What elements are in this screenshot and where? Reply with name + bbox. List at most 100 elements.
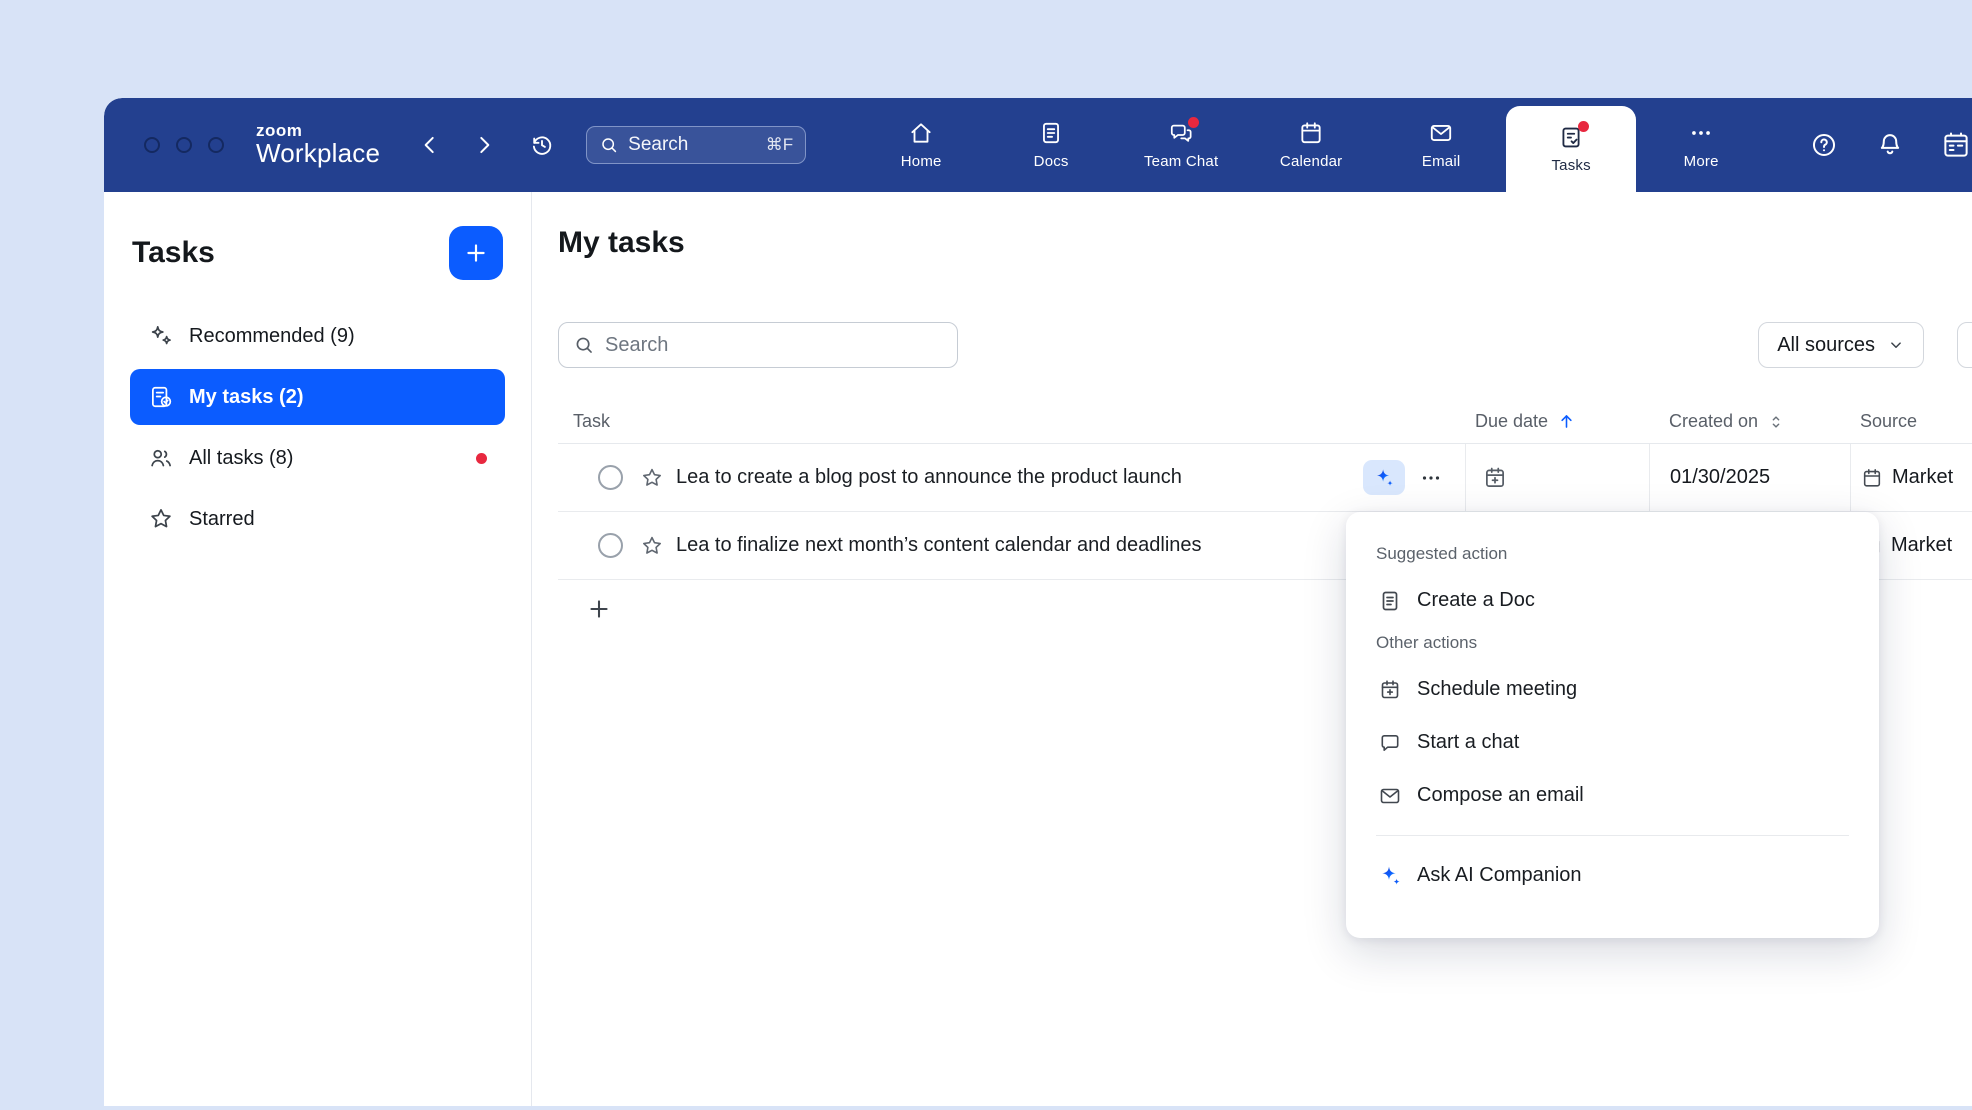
desktop-background: zoom Workplace Search ⌘F Home xyxy=(0,0,1972,1110)
nav-tasks-label: Tasks xyxy=(1551,157,1590,174)
page-title: My tasks xyxy=(558,226,1972,260)
chevron-down-icon xyxy=(1887,336,1905,354)
history-icon xyxy=(529,132,555,158)
search-shortcut: ⌘F xyxy=(766,135,793,155)
sidebar-item-label: My tasks (2) xyxy=(189,386,304,409)
notifications-button[interactable] xyxy=(1870,125,1910,165)
menu-item-compose-email[interactable]: Compose an email xyxy=(1374,769,1851,822)
column-header-created-on[interactable]: Created on xyxy=(1649,411,1850,432)
menu-item-create-doc[interactable]: Create a Doc xyxy=(1374,574,1851,627)
forward-button[interactable] xyxy=(464,125,504,165)
menu-item-label: Ask AI Companion xyxy=(1417,864,1582,887)
sidebar-item-label: Recommended (9) xyxy=(189,325,355,348)
calendar-panel-button[interactable] xyxy=(1936,125,1972,165)
envelope-icon xyxy=(1378,784,1402,808)
column-header-task[interactable]: Task xyxy=(558,411,1465,432)
topbar-right-actions xyxy=(1804,125,1972,165)
tasks-toolbar: All sources xyxy=(558,322,1972,368)
menu-item-schedule-meeting[interactable]: Schedule meeting xyxy=(1374,663,1851,716)
sources-filter-dropdown[interactable]: All sources xyxy=(1758,322,1924,368)
nav-more[interactable]: More xyxy=(1636,98,1766,192)
sources-filter-label: All sources xyxy=(1777,334,1875,357)
nav-team-chat-label: Team Chat xyxy=(1144,153,1218,170)
task-row-1[interactable]: Lea to create a blog post to announce th… xyxy=(558,444,1972,512)
task-cell: Lea to create a blog post to announce th… xyxy=(558,444,1465,511)
sort-toggle-icon xyxy=(1767,413,1785,431)
created-on-value: 01/30/2025 xyxy=(1670,466,1770,489)
nav-home[interactable]: Home xyxy=(856,98,986,192)
history-button[interactable] xyxy=(522,125,562,165)
task-more-actions-button[interactable] xyxy=(1419,466,1443,490)
tasks-search-input[interactable] xyxy=(605,334,943,357)
other-actions-header: Other actions xyxy=(1376,633,1851,653)
nav-docs[interactable]: Docs xyxy=(986,98,1116,192)
source-value: Market xyxy=(1891,534,1952,557)
nav-email[interactable]: Email xyxy=(1376,98,1506,192)
global-search[interactable]: Search ⌘F xyxy=(586,126,806,164)
due-date-cell[interactable] xyxy=(1465,444,1649,511)
logo-workplace-text: Workplace xyxy=(256,140,380,167)
task-title[interactable]: Lea to create a blog post to announce th… xyxy=(676,466,1182,489)
menu-item-start-chat[interactable]: Start a chat xyxy=(1374,716,1851,769)
bell-icon xyxy=(1876,131,1904,159)
nav-team-chat[interactable]: Team Chat xyxy=(1116,98,1246,192)
task-complete-checkbox[interactable] xyxy=(598,533,623,558)
nav-tasks[interactable]: Tasks xyxy=(1506,106,1636,192)
sidebar-header: Tasks xyxy=(104,226,531,308)
ai-companion-actions-button[interactable] xyxy=(1363,460,1405,495)
help-button[interactable] xyxy=(1804,125,1844,165)
star-task-button[interactable] xyxy=(640,534,664,558)
sidebar-item-starred[interactable]: Starred xyxy=(130,491,505,547)
chat-bubble-icon xyxy=(1378,731,1402,755)
nav-calendar[interactable]: Calendar xyxy=(1246,98,1376,192)
window-controls xyxy=(144,137,224,153)
search-icon xyxy=(599,135,619,155)
column-header-source[interactable]: Source xyxy=(1850,411,1972,432)
nav-docs-label: Docs xyxy=(1034,153,1069,170)
column-header-due-date[interactable]: Due date xyxy=(1465,411,1649,432)
add-due-date-button[interactable] xyxy=(1482,465,1508,491)
tasks-search[interactable] xyxy=(558,322,958,368)
window-control-close[interactable] xyxy=(144,137,160,153)
nav-more-label: More xyxy=(1684,153,1719,170)
calendar-plus-icon xyxy=(1378,678,1402,702)
sidebar-title: Tasks xyxy=(132,236,215,270)
menu-item-ask-ai-companion[interactable]: Ask AI Companion xyxy=(1374,849,1851,902)
nav-home-label: Home xyxy=(901,153,942,170)
sparkles-icon xyxy=(148,323,174,349)
sidebar-item-all-tasks[interactable]: All tasks (8) xyxy=(130,430,505,486)
sidebar-list: Recommended (9) My tasks (2) All tasks (… xyxy=(104,308,531,547)
source-calendar-icon xyxy=(1861,467,1883,489)
menu-item-label: Create a Doc xyxy=(1417,589,1535,612)
zoom-workplace-logo: zoom Workplace xyxy=(256,122,380,167)
window-control-minimize[interactable] xyxy=(176,137,192,153)
task-cell: Lea to finalize next month’s content cal… xyxy=(558,512,1465,579)
sidebar-item-my-tasks[interactable]: My tasks (2) xyxy=(130,369,505,425)
search-icon xyxy=(573,334,595,356)
star-icon xyxy=(640,466,664,490)
sidebar-item-label: Starred xyxy=(189,508,255,531)
back-button[interactable] xyxy=(410,125,450,165)
task-complete-checkbox[interactable] xyxy=(598,465,623,490)
star-icon xyxy=(640,534,664,558)
calendar-icon xyxy=(1298,120,1324,146)
calendar-panel-icon xyxy=(1941,130,1971,160)
add-task-button[interactable] xyxy=(586,596,612,622)
calendar-plus-icon xyxy=(1482,465,1508,491)
all-tasks-notification-dot xyxy=(476,453,487,464)
task-check-icon xyxy=(148,384,174,410)
team-chat-notification-dot xyxy=(1188,117,1199,128)
task-title[interactable]: Lea to finalize next month’s content cal… xyxy=(676,534,1202,557)
chevron-left-icon xyxy=(417,132,443,158)
menu-item-label: Schedule meeting xyxy=(1417,678,1577,701)
new-task-button[interactable] xyxy=(449,226,503,280)
ellipsis-icon xyxy=(1419,466,1443,490)
nav-email-label: Email xyxy=(1422,153,1461,170)
window-control-maximize[interactable] xyxy=(208,137,224,153)
clipped-toolbar-button[interactable] xyxy=(1957,322,1972,368)
email-icon xyxy=(1428,120,1454,146)
sidebar-item-recommended[interactable]: Recommended (9) xyxy=(130,308,505,364)
ai-sparkle-icon xyxy=(1373,467,1395,489)
star-task-button[interactable] xyxy=(640,466,664,490)
chevron-right-icon xyxy=(471,132,497,158)
